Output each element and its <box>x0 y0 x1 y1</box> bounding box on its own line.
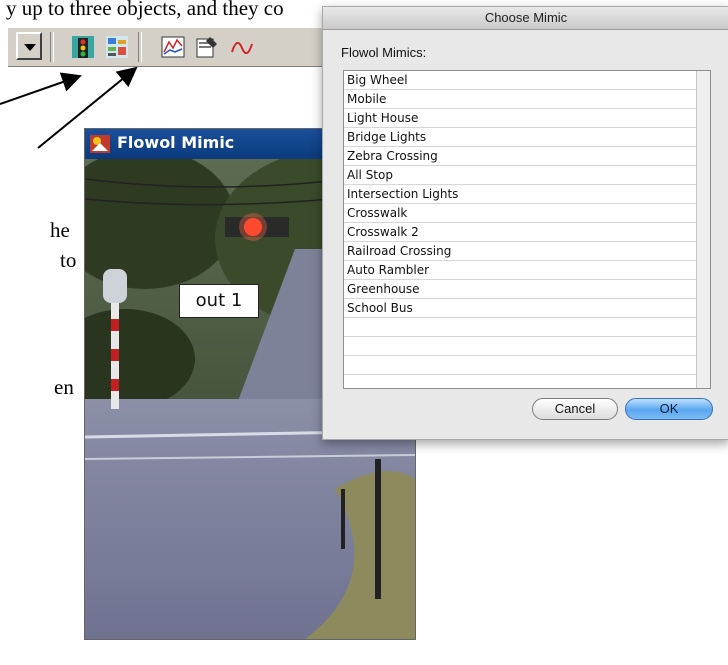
dialog-titlebar[interactable]: Choose Mimic <box>323 7 728 30</box>
ok-button[interactable]: OK <box>625 398 713 420</box>
list-item[interactable]: Light House <box>344 109 696 128</box>
list-item[interactable]: Intersection Lights <box>344 185 696 204</box>
empty-list-row <box>344 318 696 337</box>
chart-icon[interactable] <box>160 34 186 60</box>
toolbar-separator <box>50 32 54 62</box>
list-item[interactable]: Railroad Crossing <box>344 242 696 261</box>
list-item[interactable]: Mobile <box>344 90 696 109</box>
list-item[interactable]: Crosswalk <box>344 204 696 223</box>
mimic-listbox[interactable]: Big Wheel Mobile Light House Bridge Ligh… <box>343 70 711 389</box>
empty-list-row <box>344 356 696 375</box>
flowol-app-icon <box>89 133 111 155</box>
toolbar-separator <box>138 32 142 62</box>
traffic-light-mimic-icon[interactable] <box>70 34 96 60</box>
list-item[interactable]: School Bus <box>344 299 696 318</box>
dialog-title: Choose Mimic <box>484 10 568 25</box>
mimic-window-title: Flowol Mimic <box>117 133 235 152</box>
list-item[interactable]: Auto Rambler <box>344 261 696 280</box>
document-fragment-he: he <box>50 218 70 242</box>
list-item[interactable]: Crosswalk 2 <box>344 223 696 242</box>
toolbar <box>8 27 338 67</box>
document-top-text: y up to three objects, and they co <box>6 0 284 20</box>
dropdown-arrow-button[interactable] <box>16 32 42 60</box>
document-fragment-to: to <box>60 248 77 272</box>
cancel-button[interactable]: Cancel <box>532 398 618 420</box>
properties-icon[interactable] <box>194 34 220 60</box>
document-fragment-en: en <box>54 375 74 399</box>
flowol-mimics-label: Flowol Mimics: <box>341 45 427 60</box>
arrow-to-traffic-light-icon <box>0 72 82 105</box>
list-item[interactable]: Greenhouse <box>344 280 696 299</box>
list-item[interactable]: Zebra Crossing <box>344 147 696 166</box>
waveform-icon[interactable] <box>230 34 256 60</box>
list-item[interactable]: Big Wheel <box>344 71 696 90</box>
choose-mimic-dialog: Choose Mimic Flowol Mimics: Big Wheel Mo… <box>322 6 728 440</box>
list-scrollbar[interactable] <box>696 71 710 388</box>
list-item[interactable]: Bridge Lights <box>344 128 696 147</box>
output-label-out-1[interactable]: out 1 <box>179 284 259 318</box>
list-item[interactable]: All Stop <box>344 166 696 185</box>
empty-list-row <box>344 337 696 356</box>
choose-mimic-icon[interactable] <box>104 34 130 60</box>
